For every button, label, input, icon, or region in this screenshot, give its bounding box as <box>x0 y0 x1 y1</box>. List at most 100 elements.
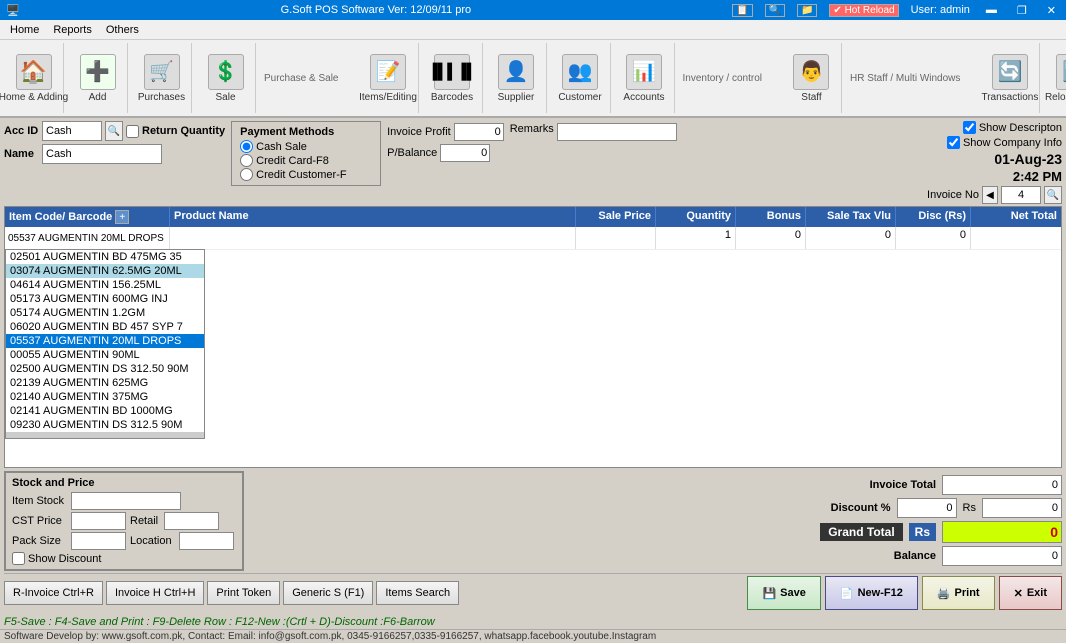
action-buttons: 💾 Save 📄 New-F12 🖨️ Print ✕ Exit <box>747 576 1062 610</box>
show-description-checkbox[interactable] <box>963 121 976 134</box>
new-f12-button[interactable]: 📄 New-F12 <box>825 576 918 610</box>
menu-bar: Home Reports Others <box>0 20 1066 40</box>
autocomplete-item[interactable]: 02139 AUGMENTIN 625MG <box>6 376 204 390</box>
acc-id-input[interactable] <box>42 121 102 141</box>
toolbar-group-reload: 🔃 Reload Items <box>1044 43 1066 113</box>
item-code-input[interactable] <box>6 228 168 248</box>
invoice-profit-input[interactable] <box>454 123 504 141</box>
autocomplete-item-selected[interactable]: 05537 AUGMENTIN 20ML DROPS <box>6 334 204 348</box>
home-icon[interactable]: 🏠 <box>16 54 52 90</box>
generic-s-btn[interactable]: Generic S (F1) <box>283 581 373 605</box>
print-button[interactable]: 🖨️ Print <box>922 576 995 610</box>
col-quantity: Quantity <box>656 207 736 227</box>
icon-btn-3[interactable]: 📁 <box>797 4 817 17</box>
pack-size-label: Pack Size <box>12 535 67 547</box>
item-stock-input[interactable] <box>71 492 181 510</box>
retail-input[interactable] <box>164 512 219 530</box>
toolbar-group-home: 🏠 Home & Adding <box>4 43 64 113</box>
autocomplete-item[interactable]: 02500 AUGMENTIN DS 312.50 90M <box>6 362 204 376</box>
invoice-h-btn[interactable]: Invoice H Ctrl+H <box>106 581 204 605</box>
icon-btn-2[interactable]: 🔍 <box>765 4 785 17</box>
return-qty-checkbox[interactable] <box>126 125 139 138</box>
grand-total-input[interactable] <box>942 521 1062 543</box>
credit-customer-option[interactable]: Credit Customer-F <box>240 168 372 181</box>
autocomplete-item[interactable]: 05174 AUGMENTIN 1.2GM <box>6 306 204 320</box>
location-input[interactable] <box>179 532 234 550</box>
minimize-btn[interactable]: ▬ <box>982 4 1001 16</box>
invoice-no-label: Invoice No <box>927 189 979 201</box>
show-company-info-checkbox[interactable] <box>947 136 960 149</box>
save-button[interactable]: 💾 Save <box>747 576 820 610</box>
pack-size-input[interactable] <box>71 532 126 550</box>
discount-pct-input[interactable] <box>897 498 957 518</box>
menu-home[interactable]: Home <box>4 22 45 38</box>
add-row-btn[interactable]: + <box>115 210 129 224</box>
hr-staff-label: HR Staff / Multi Windows <box>846 73 964 84</box>
col-tax: Sale Tax Vlu <box>806 207 896 227</box>
p-balance-input[interactable] <box>440 144 490 162</box>
acc-id-label: Acc ID <box>4 125 39 137</box>
close-btn[interactable]: ✕ <box>1043 4 1060 17</box>
invoice-no-input[interactable] <box>1001 186 1041 204</box>
barcodes-icon[interactable]: ▐▌▌▐▌ <box>434 54 470 90</box>
r-invoice-btn[interactable]: R-Invoice Ctrl+R <box>4 581 103 605</box>
product-name-cell <box>170 227 576 249</box>
purchases-label: Purchases <box>138 92 185 103</box>
grand-total-currency: Rs <box>909 523 936 541</box>
invoice-search-btn[interactable]: 🔍 <box>1044 186 1062 204</box>
accounts-label: Accounts <box>623 92 664 103</box>
invoice-prev-btn[interactable]: ◀ <box>982 186 998 204</box>
toolbar-group-sale: 💲 Sale <box>196 43 256 113</box>
toolbar-group-add: ➕ Add <box>68 43 128 113</box>
name-input[interactable] <box>42 144 162 164</box>
payment-methods-box: Payment Methods Cash Sale Credit Card-F8… <box>231 121 381 186</box>
remarks-input[interactable] <box>557 123 677 141</box>
autocomplete-item[interactable]: 00055 AUGMENTIN 90ML <box>6 348 204 362</box>
add-icon[interactable]: ➕ <box>80 54 116 90</box>
autocomplete-item[interactable]: 03074 AUGMENTIN 62.5MG 20ML <box>6 264 204 278</box>
autocomplete-item[interactable]: 09230 AUGMENTIN DS 312.5 90M <box>6 418 204 432</box>
autocomplete-item[interactable]: 02140 AUGMENTIN 375MG <box>6 390 204 404</box>
cst-price-input[interactable] <box>71 512 126 530</box>
menu-reports[interactable]: Reports <box>47 22 98 38</box>
maximize-btn[interactable]: ❐ <box>1013 4 1031 17</box>
exit-button[interactable]: ✕ Exit <box>999 576 1062 610</box>
hot-reload-btn[interactable]: ✔ Hot Reload <box>829 4 898 17</box>
print-token-btn[interactable]: Print Token <box>207 581 280 605</box>
autocomplete-item[interactable]: 06020 AUGMENTIN BD 457 SYP 7 <box>6 320 204 334</box>
acc-search-btn[interactable]: 🔍 <box>105 121 123 141</box>
toolbar-group-purchases: 🛒 Purchases <box>132 43 192 113</box>
sale-label: Sale <box>215 92 235 103</box>
discount-rs-input[interactable] <box>982 498 1062 518</box>
item-code-cell[interactable] <box>5 227 170 249</box>
autocomplete-item[interactable]: 05173 AUGMENTIN 600MG INJ <box>6 292 204 306</box>
credit-card-option[interactable]: Credit Card-F8 <box>240 154 372 167</box>
autocomplete-item[interactable]: 02141 AUGMENTIN BD 1000MG <box>6 404 204 418</box>
autocomplete-item[interactable]: 02501 AUGMENTIN BD 475MG 35 <box>6 250 204 264</box>
reload-icon[interactable]: 🔃 <box>1056 54 1066 90</box>
items-search-btn[interactable]: Items Search <box>376 581 459 605</box>
sale-icon[interactable]: 💲 <box>208 54 244 90</box>
autocomplete-scrollbar[interactable] <box>6 432 204 438</box>
supplier-icon[interactable]: 👤 <box>498 54 534 90</box>
show-discount-checkbox[interactable] <box>12 552 25 565</box>
balance-input[interactable] <box>942 546 1062 566</box>
customer-icon[interactable]: 👥 <box>562 54 598 90</box>
toolbar-group-barcodes: ▐▌▌▐▌ Barcodes <box>423 43 483 113</box>
transactions-icon[interactable]: 🔄 <box>992 54 1028 90</box>
add-label: Add <box>89 92 107 103</box>
retail-label: Retail <box>130 515 160 527</box>
menu-others[interactable]: Others <box>100 22 145 38</box>
staff-icon[interactable]: 👨 <box>793 54 829 90</box>
cash-sale-option[interactable]: Cash Sale <box>240 140 372 153</box>
icon-btn-1[interactable]: 📋 <box>732 4 752 17</box>
items-icon[interactable]: 📝 <box>370 54 406 90</box>
autocomplete-item[interactable]: 04614 AUGMENTIN 156.25ML <box>6 278 204 292</box>
grand-total-row: Grand Total Rs <box>248 521 1062 543</box>
accounts-icon[interactable]: 📊 <box>626 54 662 90</box>
stock-price-title: Stock and Price <box>12 477 236 489</box>
invoice-total-input[interactable] <box>942 475 1062 495</box>
rs-label: Rs <box>963 502 976 514</box>
purchases-icon[interactable]: 🛒 <box>144 54 180 90</box>
items-label: Items/Editing <box>359 92 417 103</box>
